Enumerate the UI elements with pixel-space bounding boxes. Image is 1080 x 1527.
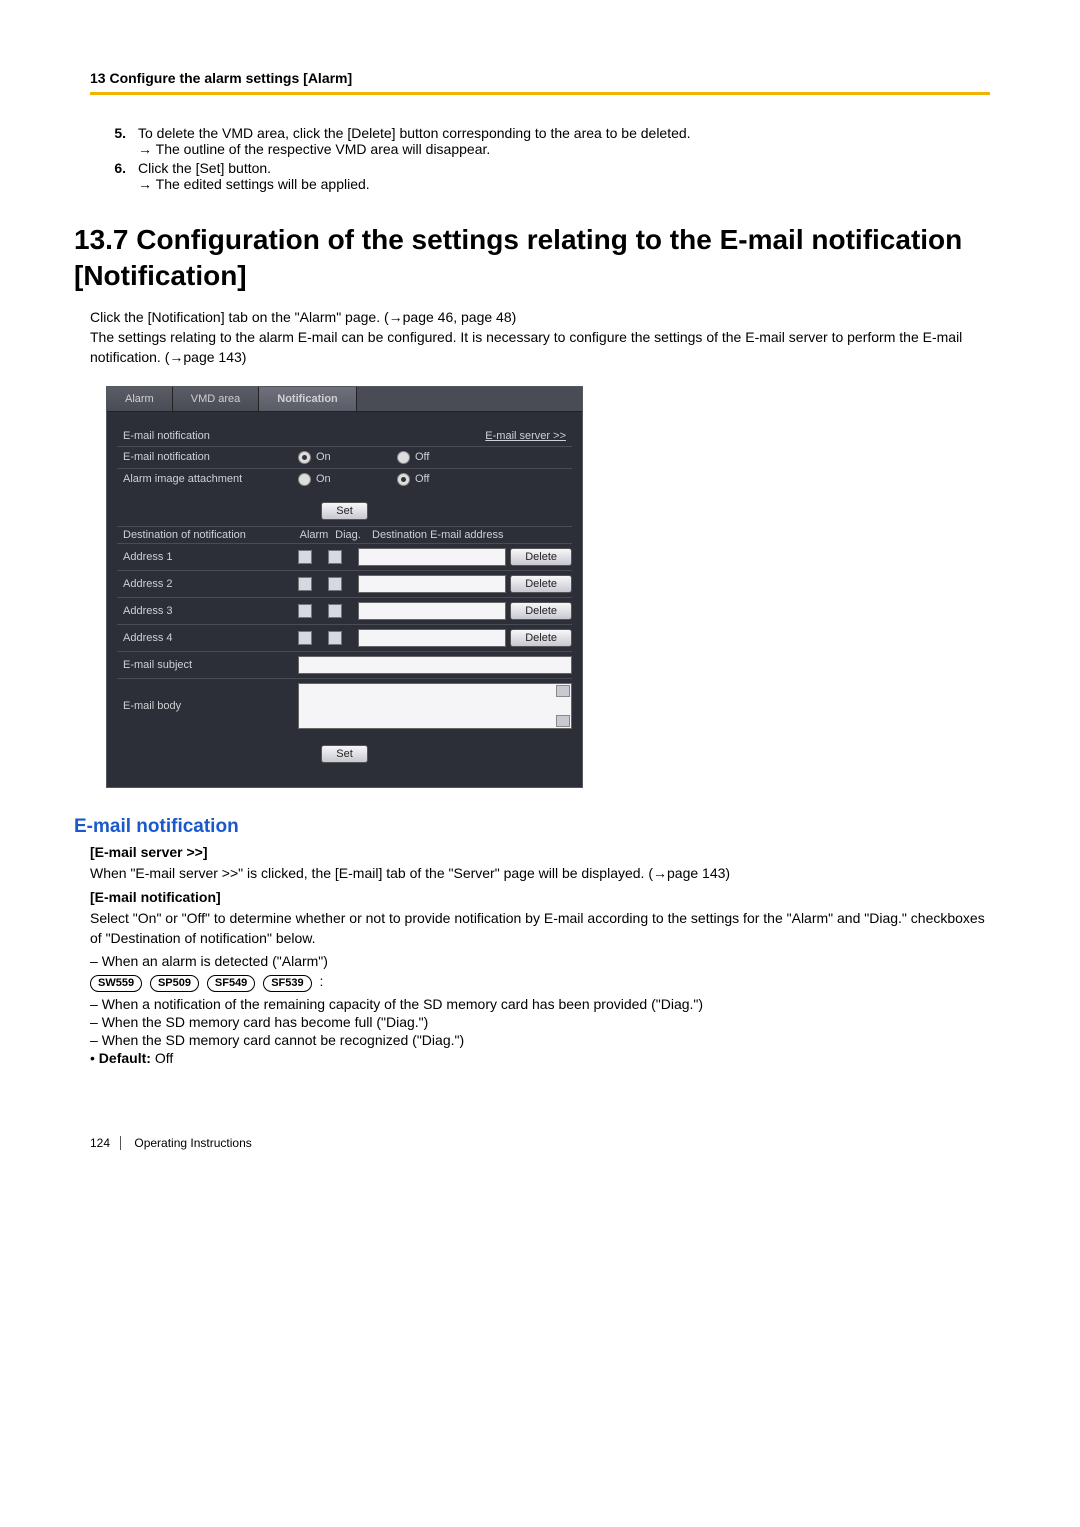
- delete-addr3[interactable]: Delete: [510, 602, 572, 620]
- line-default: Default: Off: [90, 1050, 990, 1066]
- col-diag: Diag.: [330, 529, 366, 541]
- text-email-server: When "E-mail server >>" is clicked, the …: [90, 863, 990, 883]
- chk-addr3-alarm[interactable]: [298, 604, 312, 618]
- label-address-2: Address 2: [117, 578, 298, 590]
- intro-line-1: Click the [Notification] tab on the "Ala…: [90, 307, 990, 327]
- step-6-text: Click the [Set] button.: [138, 160, 990, 176]
- col-alarm: Alarm: [298, 529, 330, 541]
- chk-addr2-diag[interactable]: [328, 577, 342, 591]
- doc-title: Operating Instructions: [134, 1136, 251, 1150]
- badge-sw559: SW559: [90, 975, 142, 992]
- notification-config-panel: Alarm VMD area Notification E-mail notif…: [106, 386, 583, 788]
- link-email-server[interactable]: E-mail server >>: [485, 430, 572, 442]
- line-diag-1: When a notification of the remaining cap…: [90, 996, 990, 1012]
- input-email-subject[interactable]: [298, 656, 572, 674]
- scroll-up-icon[interactable]: [556, 685, 570, 697]
- input-email-body[interactable]: [298, 683, 572, 729]
- step-6-number: 6.: [90, 160, 138, 192]
- heading-email-notification: E-mail notification: [74, 816, 990, 838]
- text-email-notification: Select "On" or "Off" to determine whethe…: [90, 908, 990, 949]
- input-addr2[interactable]: [358, 575, 506, 593]
- badge-sf539: SF539: [263, 975, 311, 992]
- set-button-2[interactable]: Set: [321, 745, 368, 763]
- delete-addr2[interactable]: Delete: [510, 575, 572, 593]
- label-address-3: Address 3: [117, 605, 298, 617]
- subhead-email-notification: [E-mail notification]: [90, 889, 990, 905]
- tab-vmd-area[interactable]: VMD area: [173, 387, 260, 411]
- tab-bar: Alarm VMD area Notification: [107, 387, 582, 412]
- radio-attach-off[interactable]: Off: [397, 473, 492, 486]
- page-number: 124: [90, 1136, 121, 1150]
- label-email-subject: E-mail subject: [117, 659, 298, 671]
- label-email-body: E-mail body: [117, 700, 298, 712]
- chk-addr4-alarm[interactable]: [298, 631, 312, 645]
- step-5-number: 5.: [90, 125, 138, 157]
- set-button-1[interactable]: Set: [321, 502, 368, 520]
- model-badges: SW559 SP509 SF549 SF539 :: [90, 973, 990, 992]
- input-addr4[interactable]: [358, 629, 506, 647]
- page-footer: 124 Operating Instructions: [90, 1136, 990, 1150]
- group-destination: Destination of notification: [117, 529, 298, 541]
- chk-addr2-alarm[interactable]: [298, 577, 312, 591]
- section-title: 13.7 Configuration of the settings relat…: [74, 222, 990, 295]
- chk-addr1-diag[interactable]: [328, 550, 342, 564]
- step-5-text: To delete the VMD area, click the [Delet…: [138, 125, 990, 141]
- radio-email-off[interactable]: Off: [397, 451, 492, 464]
- chk-addr1-alarm[interactable]: [298, 550, 312, 564]
- delete-addr1[interactable]: Delete: [510, 548, 572, 566]
- intro-line-2: The settings relating to the alarm E-mai…: [90, 327, 990, 368]
- input-addr3[interactable]: [358, 602, 506, 620]
- line-alarm-detected: When an alarm is detected ("Alarm"): [90, 953, 990, 969]
- label-alarm-image-attachment: Alarm image attachment: [117, 473, 298, 485]
- label-address-1: Address 1: [117, 551, 298, 563]
- badge-sf549: SF549: [207, 975, 255, 992]
- radio-attach-on[interactable]: On: [298, 473, 393, 486]
- subhead-email-server: [E-mail server >>]: [90, 844, 990, 860]
- tab-notification[interactable]: Notification: [259, 387, 357, 411]
- col-dest: Destination E-mail address: [366, 529, 572, 541]
- group-email-notification: E-mail notification: [117, 430, 298, 442]
- line-diag-2: When the SD memory card has become full …: [90, 1014, 990, 1030]
- radio-email-on[interactable]: On: [298, 451, 393, 464]
- step-5-result: The outline of the respective VMD area w…: [138, 141, 990, 157]
- badge-sp509: SP509: [150, 975, 199, 992]
- line-diag-3: When the SD memory card cannot be recogn…: [90, 1032, 990, 1048]
- label-email-notification: E-mail notification: [117, 451, 298, 463]
- input-addr1[interactable]: [358, 548, 506, 566]
- chk-addr3-diag[interactable]: [328, 604, 342, 618]
- chk-addr4-diag[interactable]: [328, 631, 342, 645]
- label-address-4: Address 4: [117, 632, 298, 644]
- scroll-down-icon[interactable]: [556, 715, 570, 727]
- chapter-header: 13 Configure the alarm settings [Alarm]: [90, 70, 990, 95]
- tab-alarm[interactable]: Alarm: [107, 387, 173, 411]
- delete-addr4[interactable]: Delete: [510, 629, 572, 647]
- step-6-result: The edited settings will be applied.: [138, 176, 990, 192]
